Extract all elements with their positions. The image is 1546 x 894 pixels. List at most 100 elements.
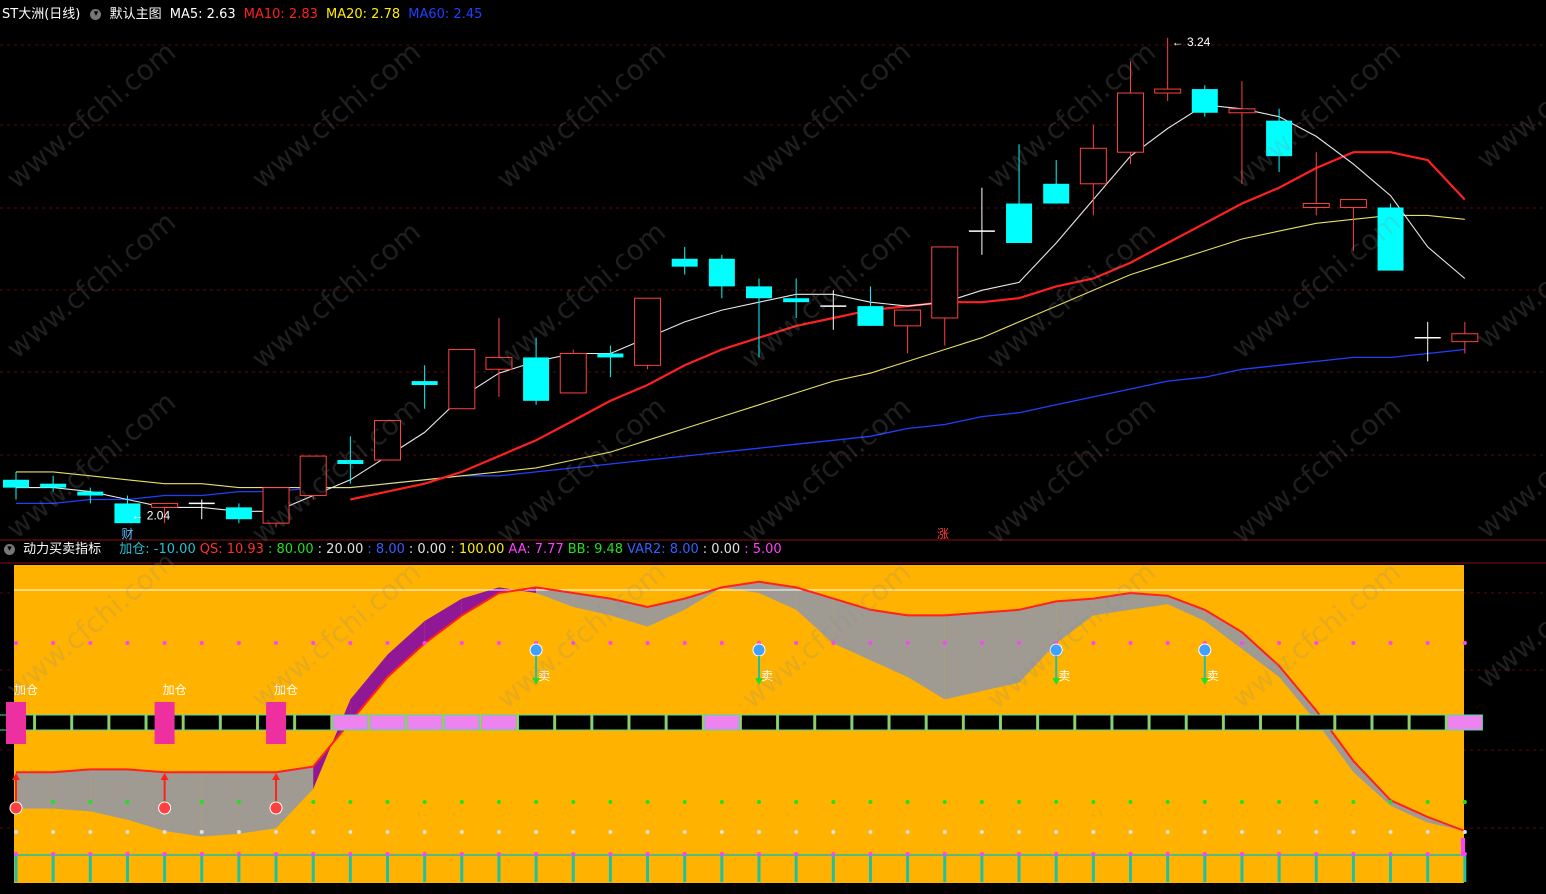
level-dot-20 <box>1054 800 1059 804</box>
bottom-tick-dot <box>199 852 204 856</box>
ma60-line <box>16 348 1465 505</box>
bottom-tick-dot <box>496 852 501 856</box>
candle-body <box>299 455 327 497</box>
bottom-tick-dot <box>608 852 613 856</box>
signal-bar <box>1000 714 1038 731</box>
signal-bar <box>1223 714 1261 731</box>
level-dot-80 <box>719 641 724 645</box>
candle-body <box>1377 207 1404 271</box>
indicator-title[interactable]: 动力买卖指标 <box>23 542 101 557</box>
level-dot-0 <box>905 830 910 834</box>
indicator-band <box>238 772 277 834</box>
sell-ball <box>752 643 766 657</box>
level-dot-0 <box>1054 830 1059 834</box>
indicator-value-9: VAR2: 8.00 <box>627 542 699 557</box>
bottom-tick-dot <box>905 852 910 856</box>
level-dot-80 <box>1388 641 1393 645</box>
high-price-label: ← 3.24 <box>1172 35 1211 49</box>
bottom-tick-dot <box>1351 852 1356 856</box>
bottom-tick-dot <box>1239 852 1244 856</box>
level-dot-20 <box>199 800 204 804</box>
level-dot-20 <box>459 800 464 804</box>
indicator-dropdown-icon[interactable]: ▾ <box>4 544 15 555</box>
signal-bar <box>295 714 332 731</box>
bottom-tick-dot <box>1017 852 1022 856</box>
signal-bar <box>1335 714 1372 731</box>
candle-body <box>634 297 662 366</box>
bottom-tick-dot <box>1425 852 1430 856</box>
level-dot-20 <box>942 800 947 804</box>
sell-ball <box>1049 643 1063 657</box>
level-dot-20 <box>979 800 984 804</box>
level-dot-20 <box>1388 800 1393 804</box>
level-dot-20 <box>496 800 501 804</box>
level-dot-0 <box>831 830 836 834</box>
signal-bar <box>1186 714 1223 731</box>
template-name[interactable]: 默认主图 <box>110 7 162 22</box>
indicator-band <box>90 769 128 820</box>
level-dot-80 <box>868 641 873 645</box>
level-dot-20 <box>385 800 390 804</box>
level-dot-80 <box>1351 641 1356 645</box>
ma20-label: MA20: 2.78 <box>326 7 401 22</box>
level-dot-80 <box>125 641 130 645</box>
candle-body <box>708 258 735 287</box>
level-dot-80 <box>496 641 501 645</box>
signal-bar <box>220 714 257 731</box>
candle-body <box>485 356 513 370</box>
finance-marker: 财 <box>121 527 133 541</box>
sell-ball <box>529 643 543 657</box>
bottom-tick-dot <box>1277 852 1282 856</box>
level-dot-80 <box>682 641 687 645</box>
signal-bar <box>852 714 889 731</box>
indicator-band <box>53 769 91 812</box>
stock-title[interactable]: ST大洲(日线) <box>2 7 80 22</box>
level-dot-0 <box>199 830 204 834</box>
sell-ball <box>1198 643 1212 657</box>
signal-bar <box>443 714 480 731</box>
level-dot-0 <box>125 830 130 834</box>
level-dot-80 <box>794 641 799 645</box>
bottom-tick-dot <box>1054 852 1059 856</box>
current-bar-marker <box>1461 838 1465 856</box>
candle-body <box>1043 183 1070 204</box>
level-dot-20 <box>1425 800 1430 804</box>
signal-bar <box>926 714 963 731</box>
bottom-tick-dot <box>682 852 687 856</box>
signal-bar <box>369 714 406 731</box>
level-dot-0 <box>534 830 539 834</box>
signal-bar <box>1149 714 1186 731</box>
buy-bar <box>266 702 287 744</box>
indicator-value-8: BB: 9.48 <box>567 542 624 557</box>
level-dot-80 <box>905 641 910 645</box>
signal-bar <box>1446 714 1483 731</box>
level-dot-0 <box>1351 830 1356 834</box>
signal-bar <box>555 714 592 731</box>
bottom-tick-dot <box>571 852 576 856</box>
level-dot-80 <box>1091 641 1096 645</box>
level-dot-0 <box>571 830 576 834</box>
signal-bar <box>889 714 926 731</box>
bottom-tick-dot <box>1128 852 1133 856</box>
candle-body <box>931 246 959 319</box>
candle-body <box>1451 333 1479 343</box>
level-dot-20 <box>422 800 427 804</box>
level-dot-20 <box>1351 800 1356 804</box>
signal-bar <box>629 714 666 731</box>
candle-body <box>448 349 476 410</box>
buy-ball <box>158 801 172 815</box>
chart-svg[interactable]: ← 3.24 ← 2.04 财 涨加仓 加仓 加仓 卖 卖 卖 卖 <box>0 0 1546 890</box>
chart-stage: ← 3.24 ← 2.04 财 涨加仓 加仓 加仓 卖 卖 卖 卖 ST大洲(日线) ▾ 默认主图… <box>0 0 1546 890</box>
level-dot-80 <box>1314 641 1319 645</box>
level-dot-20 <box>88 800 93 804</box>
level-dot-0 <box>979 830 984 834</box>
level-dot-80 <box>51 641 56 645</box>
template-dropdown-icon[interactable]: ▾ <box>90 9 102 20</box>
level-dot-0 <box>385 830 390 834</box>
ma5-label: MA5: 2.63 <box>169 7 236 22</box>
level-dot-80 <box>1425 641 1430 645</box>
bottom-tick-dot <box>719 852 724 856</box>
level-dot-0 <box>608 830 613 834</box>
signal-bar <box>778 714 815 731</box>
bottom-tick-dot <box>1202 852 1207 856</box>
